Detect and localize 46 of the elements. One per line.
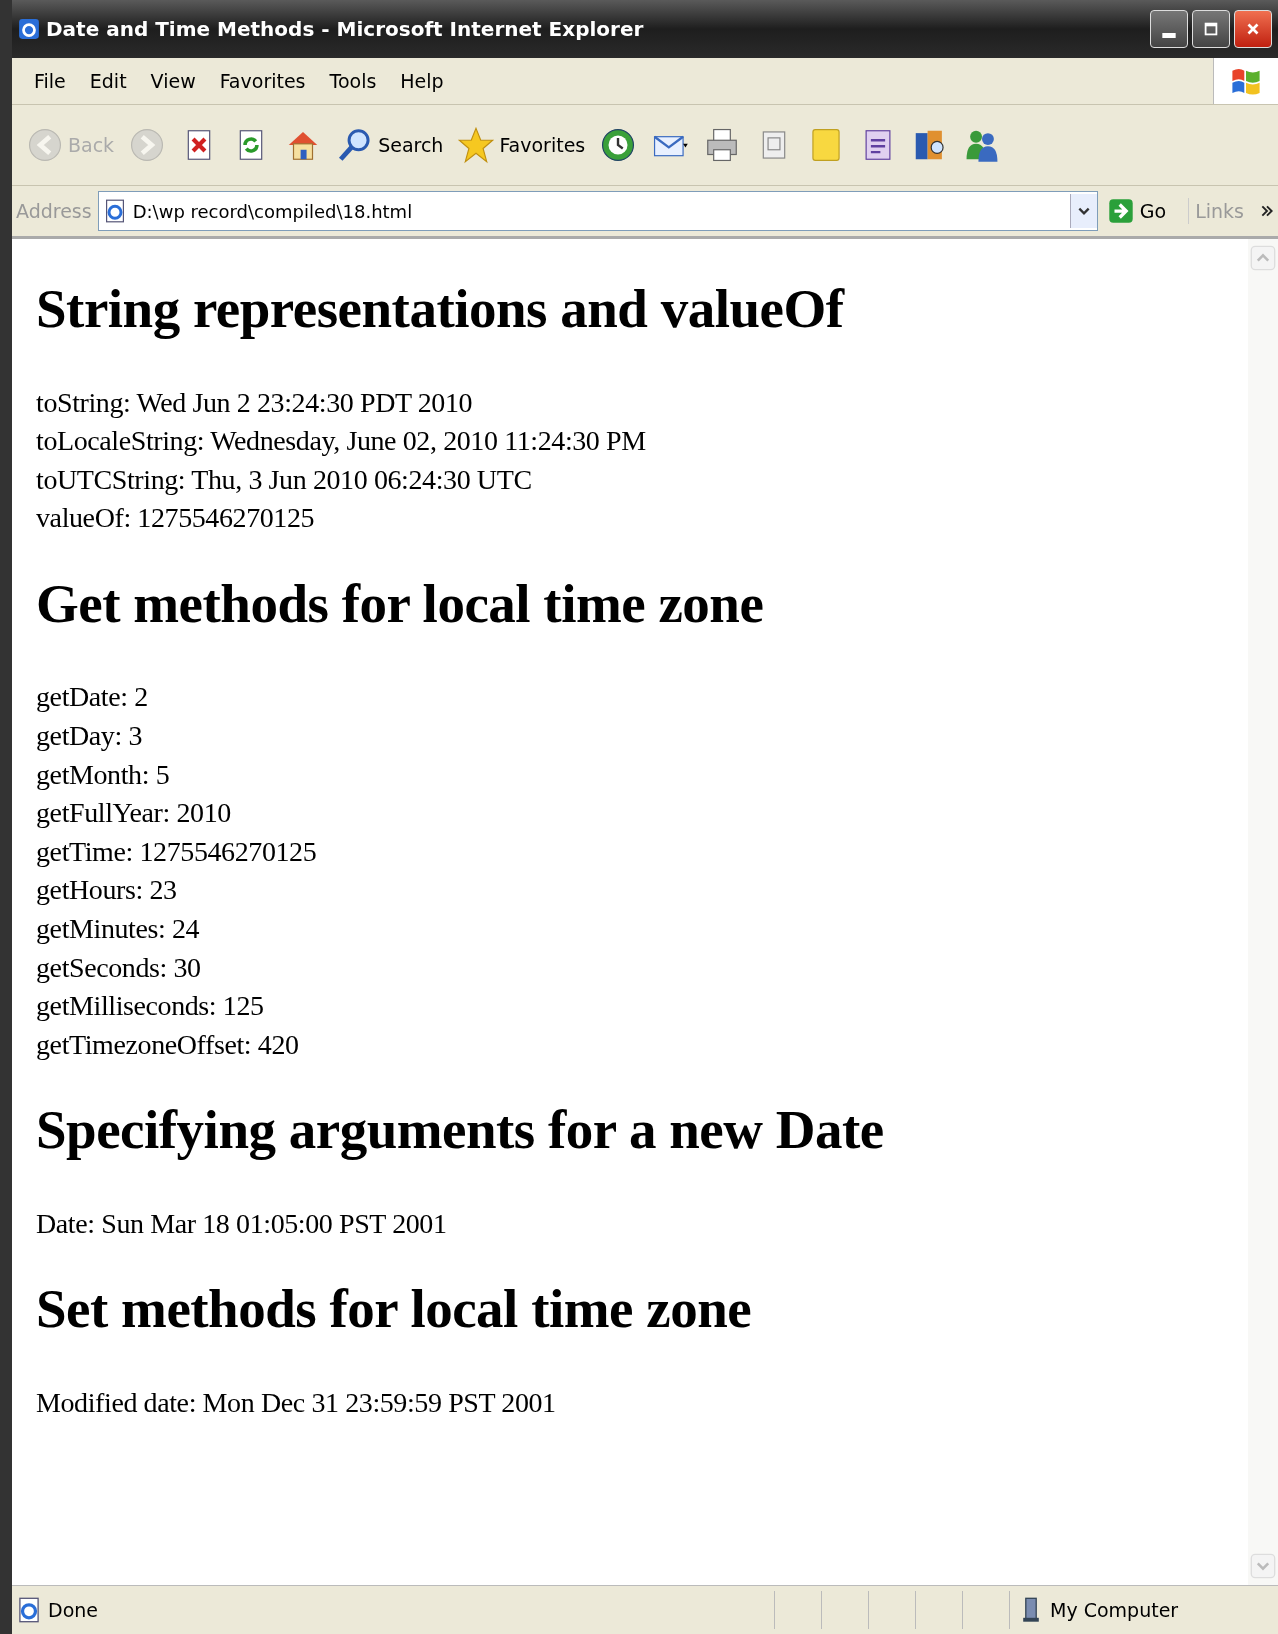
status-text: Done (48, 1599, 98, 1621)
window-title: Date and Time Methods - Microsoft Internet Explorer (46, 17, 644, 41)
text-line: getDate: 2 (36, 680, 149, 715)
dropdown-button[interactable] (1069, 194, 1097, 228)
minimize-button[interactable] (1150, 10, 1188, 48)
text-line: getMinutes: 24 (36, 911, 201, 946)
section-heading: Specifying arguments for a new Date (36, 1100, 885, 1161)
menu-item[interactable]: View (138, 66, 208, 96)
text-line: Date: Sun Mar 18 01:05:00 PST 2001 (36, 1206, 448, 1241)
text-line: Modified date: Mon Dec 31 23:59:59 PST 2001 (36, 1385, 557, 1420)
maximize-icon (1202, 20, 1220, 38)
text-line: toString: Wed Jun 2 23:24:30 PDT 2010 (36, 385, 474, 420)
favorites-button[interactable]: Favorites (455, 124, 588, 166)
text-line: valueOf: 1275546270125 (36, 501, 316, 536)
page-icon (16, 1597, 42, 1623)
go-button[interactable]: Go (1103, 198, 1190, 224)
text-line: getMilliseconds: 125 (36, 989, 265, 1024)
text-line: getHours: 23 (36, 873, 178, 908)
maximize-button[interactable] (1192, 10, 1230, 48)
menu-item[interactable]: File (22, 66, 78, 96)
back-icon (26, 126, 64, 164)
address-box[interactable]: D:\wp record\compiled\18.html (97, 191, 1098, 231)
text-line: getFullYear: 2010 (36, 796, 232, 831)
address-field[interactable]: D:\wp record\compiled\18.html (130, 199, 1066, 223)
zone-text: My Computer (1050, 1599, 1179, 1621)
text-line: getDay: 3 (36, 718, 144, 753)
menu-item[interactable]: Favorites (207, 66, 318, 96)
close-button[interactable] (1234, 10, 1272, 48)
menu-item[interactable]: Edit (77, 66, 139, 96)
browser-icon (18, 18, 40, 40)
text-line: toUTCString: Thu, 3 Jun 2010 06:24:30 UTC (36, 462, 533, 497)
menu-item[interactable]: Help (388, 66, 456, 96)
menu-item[interactable]: Tools (317, 66, 389, 96)
text-line: toLocaleString: Wednesday, June 02, 2010 11:24:30 PM (36, 424, 647, 459)
address-label: Address (16, 200, 92, 222)
text-line: getTime: 1275546270125 (36, 834, 318, 869)
section-heading: String representations and valueOf (36, 279, 846, 340)
text-line: getSeconds: 30 (36, 950, 202, 985)
chevron-icon[interactable] (1260, 204, 1274, 218)
text-line: getTimezoneOffset: 420 (36, 1027, 300, 1062)
section-heading: Get methods for local time zone (36, 573, 765, 635)
text-line: getMonth: 5 (36, 757, 171, 792)
favorites-icon (457, 126, 496, 164)
search-button[interactable]: Search (334, 124, 446, 166)
section-heading: Set methods for local time zone (36, 1279, 753, 1340)
minimize-icon (1162, 32, 1176, 38)
